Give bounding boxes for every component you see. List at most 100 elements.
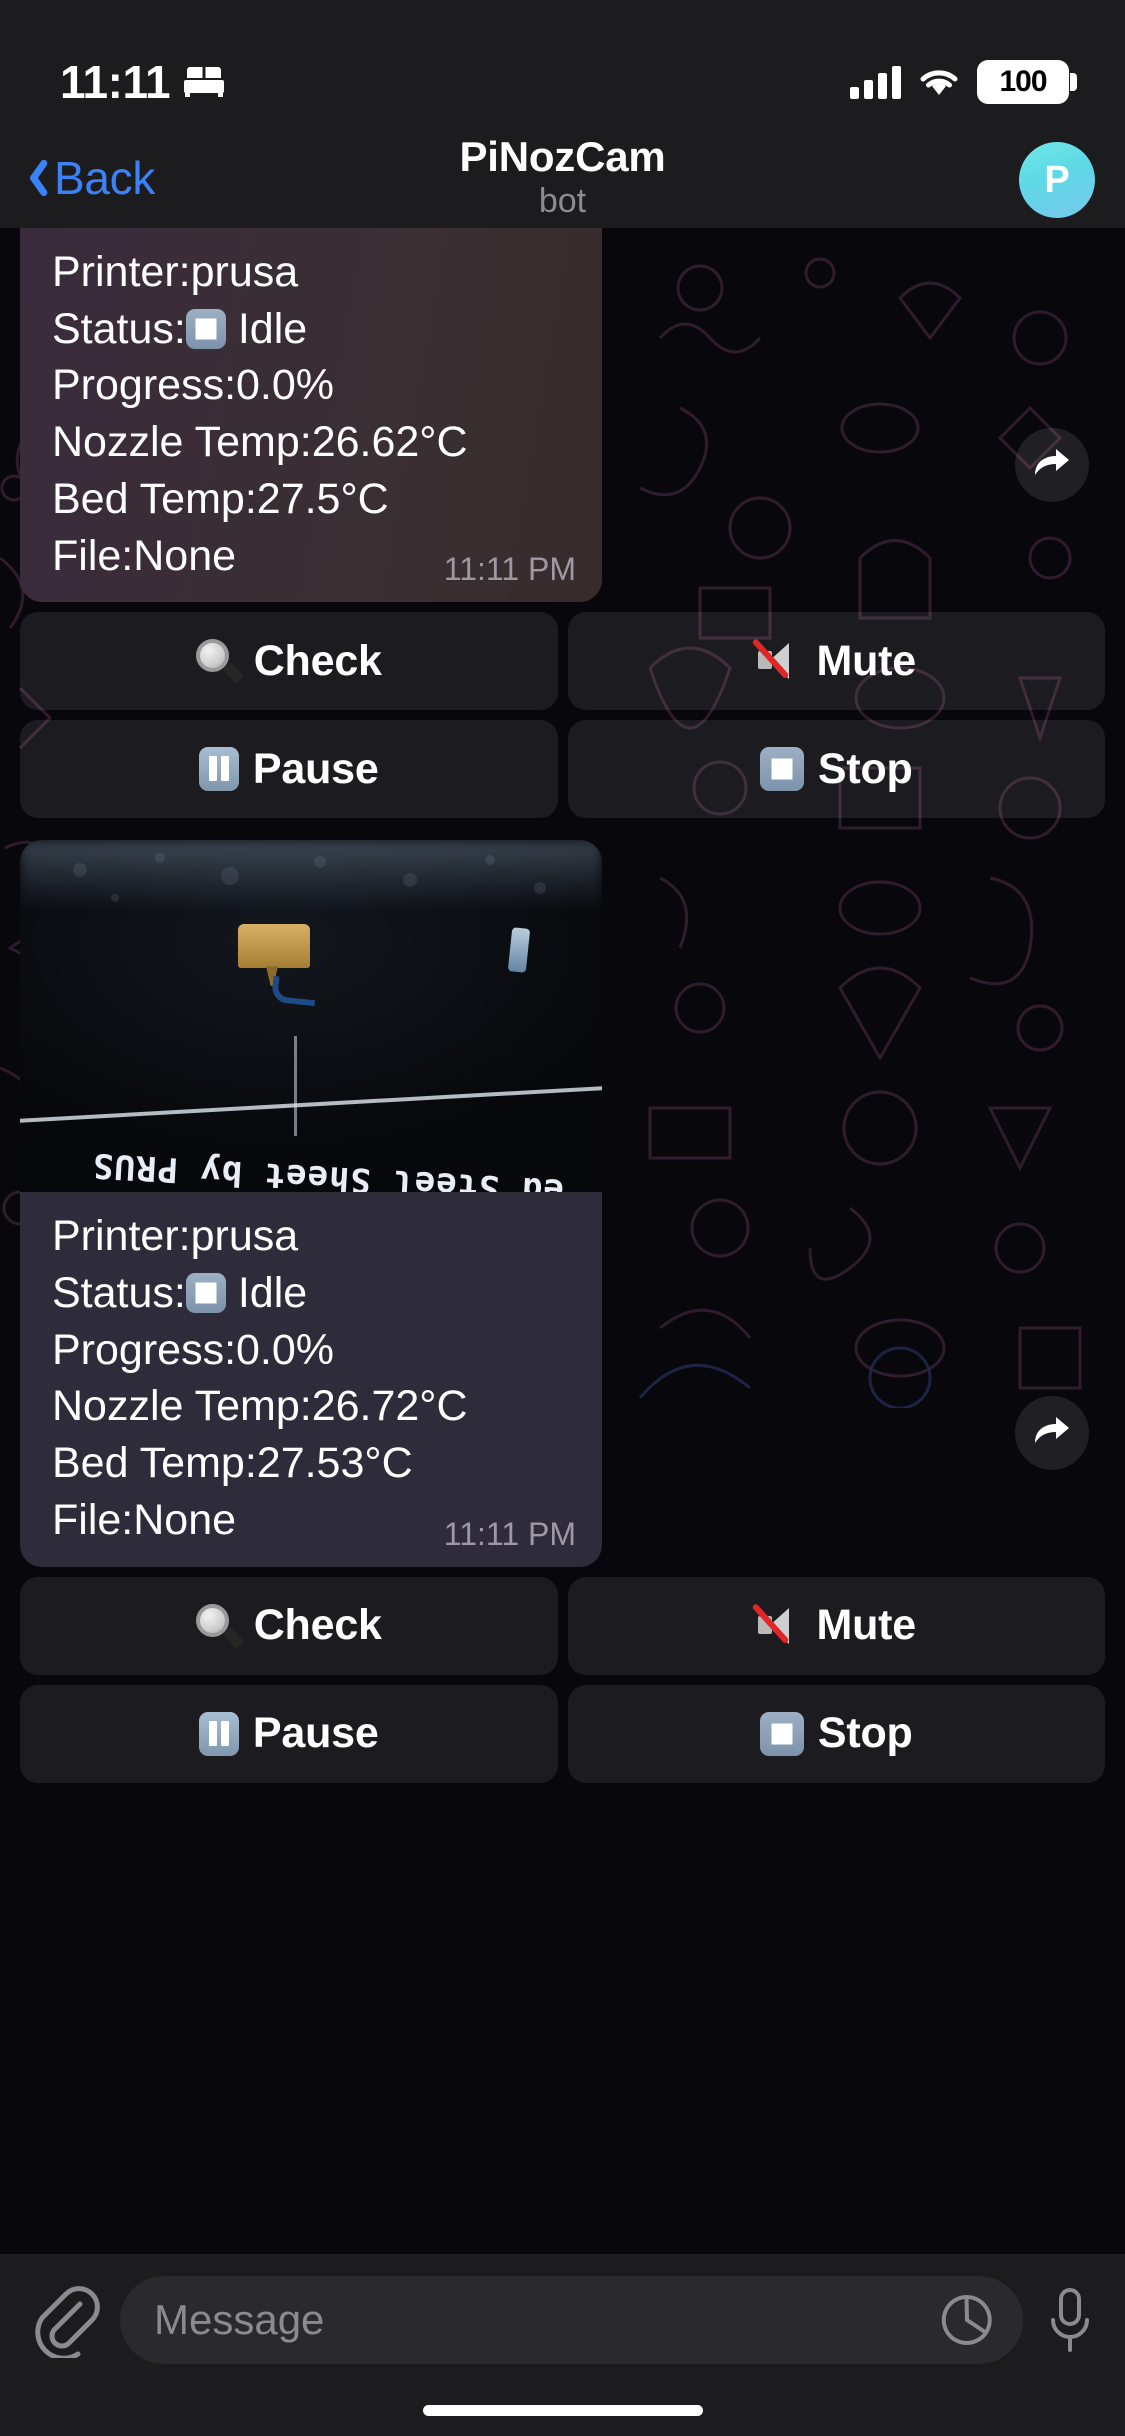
line-value: prusa bbox=[190, 248, 299, 296]
chat-scroll-area[interactable]: Printer: prusa Status: Idle Progress: 0.… bbox=[0, 228, 1125, 2254]
line-label: Nozzle Temp: bbox=[52, 418, 312, 467]
attach-button[interactable] bbox=[26, 2282, 102, 2361]
muted-speaker-emoji bbox=[752, 638, 802, 682]
line-value: 26.62°C bbox=[311, 418, 468, 467]
message-line-bed-temp: Bed Temp: 27.5°C bbox=[52, 471, 576, 528]
message-line-progress: Progress: 0.0% bbox=[52, 1322, 576, 1379]
printer-nozzle bbox=[238, 924, 310, 969]
message-timestamp: 11:11 PM bbox=[443, 551, 576, 588]
webcam-photo[interactable]: ed Steel Sheet by PRUS bbox=[20, 840, 602, 1193]
line-label: Progress: bbox=[52, 361, 237, 410]
phone-screen: 11:11 100 Back PiNozCam bot P Printer: p… bbox=[0, 0, 1125, 2436]
stop-button-emoji bbox=[759, 1711, 804, 1756]
message-text: Printer: prusa Status: Idle Progress: 0.… bbox=[20, 228, 602, 602]
check-button[interactable]: Check bbox=[20, 1576, 558, 1675]
message-bubble[interactable]: Printer: prusa Status: Idle Progress: 0.… bbox=[20, 228, 602, 603]
forward-button[interactable] bbox=[1015, 428, 1089, 502]
pause-button-label: Pause bbox=[252, 744, 379, 793]
line-label: File: bbox=[52, 531, 134, 580]
message-line-printer: Printer: prusa bbox=[52, 1208, 576, 1265]
line-value: prusa bbox=[190, 1212, 299, 1261]
message-line-nozzle-temp: Nozzle Temp: 26.72°C bbox=[52, 1378, 576, 1435]
forward-arrow-icon bbox=[1035, 449, 1069, 475]
avatar-initial: P bbox=[1044, 158, 1070, 201]
navigation-bar: Back PiNozCam bot P bbox=[0, 128, 1125, 228]
message-line-printer: Printer: prusa bbox=[52, 244, 576, 301]
avatar[interactable]: P bbox=[1019, 142, 1095, 218]
stop-button[interactable]: Stop bbox=[567, 1684, 1105, 1783]
magnifying-glass-emoji bbox=[195, 1603, 244, 1649]
steel-sheet-strip: ed Steel Sheet by PRUS bbox=[20, 1134, 602, 1192]
mute-button[interactable]: Mute bbox=[567, 1576, 1105, 1675]
pause-button[interactable]: Pause bbox=[20, 1684, 558, 1783]
stop-square-emoji bbox=[185, 1273, 226, 1314]
message-line-progress: Progress: 0.0% bbox=[52, 357, 576, 414]
message-placeholder: Message bbox=[154, 2296, 325, 2343]
line-label: Bed Temp: bbox=[52, 1439, 257, 1488]
message-line-bed-temp: Bed Temp: 27.53°C bbox=[52, 1435, 576, 1492]
line-label: File: bbox=[52, 1495, 134, 1544]
line-label: Printer: bbox=[52, 248, 191, 296]
status-bar-right: 100 bbox=[850, 60, 1077, 104]
line-value: Idle bbox=[237, 1269, 308, 1318]
message-line-nozzle-temp: Nozzle Temp: 26.62°C bbox=[52, 414, 576, 471]
line-value: 26.72°C bbox=[311, 1382, 468, 1431]
line-value: None bbox=[133, 1495, 237, 1544]
status-bar: 11:11 100 bbox=[0, 0, 1125, 128]
microphone-button[interactable] bbox=[1041, 2284, 1099, 2360]
chevron-left-icon bbox=[20, 156, 46, 200]
message-timestamp: 11:11 PM bbox=[443, 1515, 576, 1552]
forward-arrow-icon bbox=[1035, 1417, 1069, 1444]
bed-seam-line bbox=[294, 1036, 297, 1137]
microphone-icon bbox=[1051, 2288, 1089, 2352]
paperclip-icon bbox=[35, 2286, 100, 2361]
line-label: Bed Temp: bbox=[52, 474, 257, 523]
chat-subtitle: bot bbox=[538, 181, 587, 220]
back-button[interactable]: Back bbox=[0, 151, 155, 205]
line-label: Nozzle Temp: bbox=[52, 1382, 312, 1431]
line-value: None bbox=[133, 531, 237, 580]
back-button-label: Back bbox=[54, 152, 156, 204]
chat-title: PiNozCam bbox=[459, 133, 666, 181]
message-input-field[interactable]: Message bbox=[120, 2276, 1023, 2364]
line-value: 0.0% bbox=[236, 1325, 335, 1374]
home-indicator bbox=[422, 2405, 703, 2416]
line-label: Status: bbox=[52, 1269, 186, 1318]
battery-indicator: 100 bbox=[977, 60, 1077, 104]
line-value: Idle bbox=[237, 304, 308, 353]
mute-button[interactable]: Mute bbox=[567, 612, 1105, 711]
message-group-1: Printer: prusa Status: Idle Progress: 0.… bbox=[20, 228, 1105, 819]
pause-button-label: Pause bbox=[252, 1709, 379, 1758]
mute-button-label: Mute bbox=[816, 1601, 917, 1650]
line-value: 27.53°C bbox=[256, 1439, 413, 1488]
sticker-icon[interactable] bbox=[941, 2294, 993, 2346]
pause-button-emoji bbox=[198, 747, 239, 792]
magnifying-glass-emoji bbox=[195, 639, 244, 685]
line-label: Progress: bbox=[52, 1325, 237, 1374]
stop-button-label: Stop bbox=[817, 744, 913, 793]
line-value: 27.5°C bbox=[256, 474, 389, 523]
message-group-2: ed Steel Sheet by PRUS Printer: prusa St… bbox=[20, 840, 1105, 1783]
forward-button[interactable] bbox=[1015, 1396, 1089, 1471]
message-bubble[interactable]: Printer: prusa Status: Idle Progress: 0.… bbox=[20, 1192, 602, 1567]
cellular-signal-icon bbox=[850, 65, 901, 99]
inline-keyboard-row: Check Mute bbox=[20, 612, 1105, 711]
line-value: 0.0% bbox=[236, 361, 335, 410]
pause-button[interactable]: Pause bbox=[20, 720, 558, 819]
message-text: Printer: prusa Status: Idle Progress: 0.… bbox=[20, 1192, 602, 1566]
stop-button-label: Stop bbox=[817, 1709, 913, 1758]
inline-keyboard-row: Pause Stop bbox=[20, 720, 1105, 819]
inline-keyboard-row: Check Mute bbox=[20, 1576, 1105, 1675]
stop-square-emoji bbox=[185, 309, 226, 350]
line-label: Status: bbox=[52, 304, 186, 353]
chat-header: PiNozCam bot bbox=[0, 128, 1125, 228]
check-button[interactable]: Check bbox=[20, 612, 558, 711]
status-bar-left: 11:11 bbox=[60, 55, 225, 109]
line-label: Printer: bbox=[52, 1212, 191, 1261]
message-line-status: Status: Idle bbox=[52, 1265, 576, 1322]
inline-keyboard-row: Pause Stop bbox=[20, 1684, 1105, 1783]
battery-percent: 100 bbox=[999, 65, 1047, 98]
muted-speaker-emoji bbox=[752, 1602, 802, 1647]
stop-button[interactable]: Stop bbox=[567, 720, 1105, 819]
wifi-icon bbox=[917, 65, 961, 99]
